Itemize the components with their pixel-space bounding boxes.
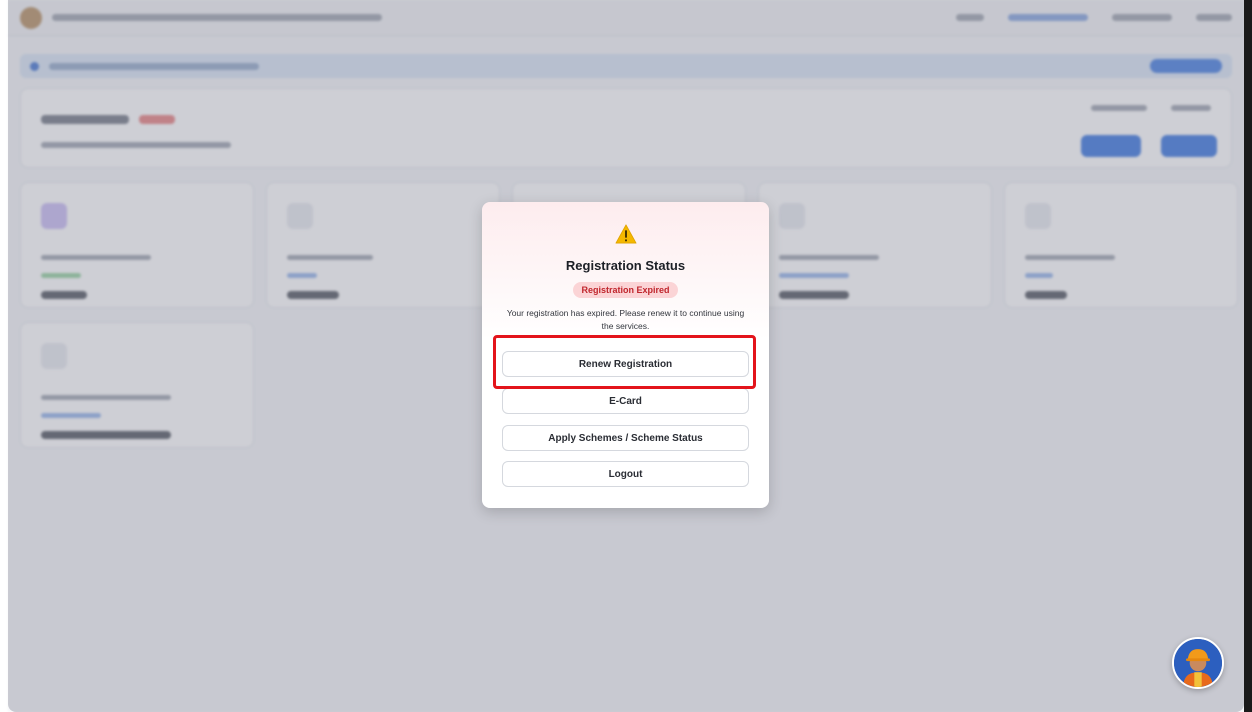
warning-icon	[615, 224, 636, 244]
worker-avatar-icon	[1174, 639, 1222, 687]
window-left-edge	[0, 0, 8, 712]
modal-title: Registration Status	[565, 258, 686, 273]
ecard-button[interactable]: E-Card	[502, 388, 749, 414]
registration-status-modal: Registration Status Registration Expired…	[482, 202, 769, 508]
status-badge: Registration Expired	[573, 282, 678, 298]
chat-assistant-button[interactable]	[1172, 637, 1224, 689]
apply-schemes-button[interactable]: Apply Schemes / Scheme Status	[502, 425, 749, 451]
renew-registration-button[interactable]: Renew Registration	[502, 351, 749, 377]
modal-message: Your registration has expired. Please re…	[506, 308, 745, 331]
logout-button[interactable]: Logout	[502, 461, 749, 487]
window-right-edge	[1244, 0, 1252, 712]
